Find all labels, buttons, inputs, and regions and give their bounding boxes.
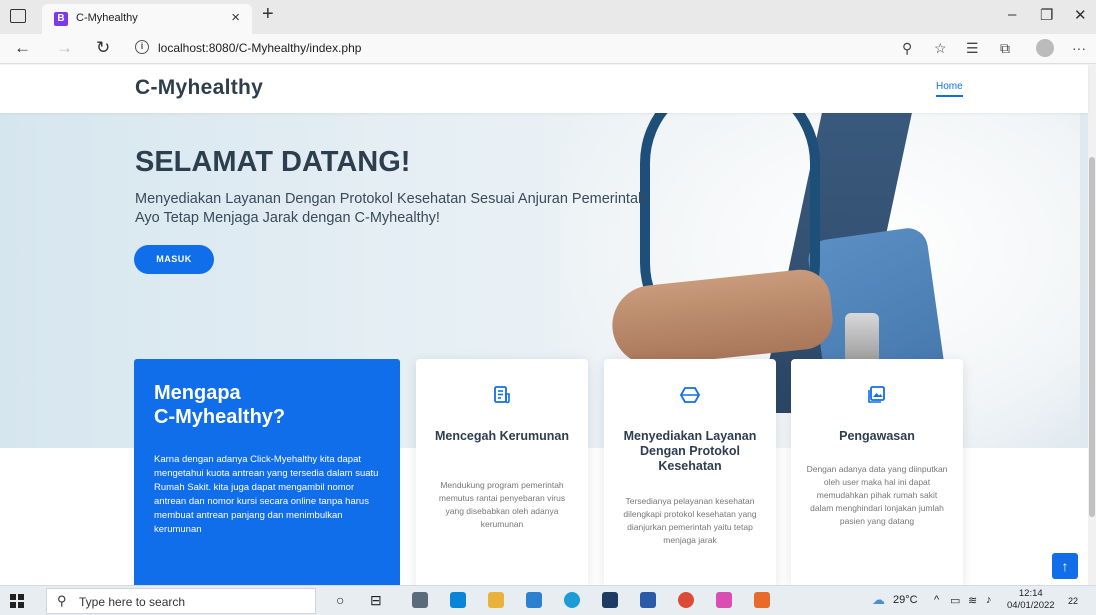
back-icon[interactable]: ← <box>14 38 31 58</box>
system-clock[interactable]: 12:14 04/01/2022 <box>1007 588 1055 612</box>
clock-date: 04/01/2022 <box>1007 600 1055 611</box>
task-view-icon[interactable]: ⊟ <box>370 592 382 609</box>
favicon-icon: B <box>54 12 68 26</box>
word-app-icon[interactable] <box>640 592 656 608</box>
why-box: Mengapa C-Myhealthy? Karna dengan adanya… <box>134 359 400 585</box>
close-window-icon[interactable]: ✕ <box>1074 6 1087 24</box>
browser-toolbar: ← → ↻ i localhost:8080/C-Myhealthy/index… <box>0 34 1096 64</box>
nav-home-link[interactable]: Home <box>936 81 963 97</box>
hero-title: SELAMAT DATANG! <box>135 146 411 178</box>
why-title: Mengapa C-Myhealthy? <box>154 381 285 429</box>
feature-card-kerumunan: Mencegah Kerumunan Mendukung program pem… <box>416 359 588 585</box>
battery-icon[interactable]: ▭ <box>950 594 960 607</box>
game-app-icon[interactable] <box>716 592 732 608</box>
page-scrollbar[interactable] <box>1088 65 1096 585</box>
security-app-icon[interactable] <box>602 592 618 608</box>
notification-badge[interactable]: 22 <box>1068 596 1078 606</box>
page-viewport: C-Myhealthy Home SELAMAT DATANG! Menyedi… <box>0 65 1096 585</box>
tab-title: C-Myhealthy <box>76 12 138 24</box>
collections-icon[interactable]: ⧉ <box>1000 40 1010 57</box>
zoom-icon[interactable]: ⚲ <box>902 40 912 57</box>
address-bar[interactable]: localhost:8080/C-Myhealthy/index.php <box>158 41 361 55</box>
search-icon: ⚲ <box>57 593 67 608</box>
taskbar: ⚲ Type here to search ○ ⊟ ☁ 29°C ^ ▭ ≋ ♪… <box>0 585 1096 615</box>
volume-icon[interactable]: ♪ <box>986 594 992 606</box>
refresh-icon[interactable]: ↻ <box>96 38 110 58</box>
document-list-icon <box>416 385 588 405</box>
why-title-line2: C-Myhealthy? <box>154 406 286 428</box>
profile-avatar[interactable] <box>1036 39 1054 57</box>
clock-time: 12:14 <box>1018 588 1043 599</box>
minimize-icon[interactable]: – <box>1008 6 1016 23</box>
site-header: C-Myhealthy Home <box>0 65 1088 113</box>
xampp-app-icon[interactable] <box>754 592 770 608</box>
masuk-button[interactable]: MASUK <box>134 245 214 274</box>
tray-expand-icon[interactable]: ^ <box>934 594 939 606</box>
taskbar-search[interactable]: ⚲ Type here to search <box>46 588 316 614</box>
site-info-icon[interactable]: i <box>135 40 149 54</box>
why-title-line1: Mengapa <box>154 382 241 404</box>
why-text: Karna dengan adanya Click-Myehalthy kita… <box>154 454 379 535</box>
cube-icon <box>604 385 776 405</box>
site-logo[interactable]: C-Myhealthy <box>135 76 263 100</box>
weather-temp[interactable]: 29°C <box>893 594 918 606</box>
favorites-icon[interactable]: ☰ <box>966 40 979 57</box>
more-menu-icon[interactable]: ··· <box>1072 40 1086 56</box>
tab-actions-icon[interactable] <box>10 9 26 23</box>
taskbar-search-placeholder: Type here to search <box>79 595 186 609</box>
browser-tab-strip: B C-Myhealthy × + – ❐ ✕ <box>0 0 1096 34</box>
cortana-icon[interactable]: ○ <box>336 592 344 608</box>
wifi-icon[interactable]: ≋ <box>968 594 977 607</box>
card-text: Dengan adanya data yang diinputkan oleh … <box>806 464 948 526</box>
favorite-add-icon[interactable]: ☆ <box>934 40 947 57</box>
restore-icon[interactable]: ❐ <box>1040 6 1053 24</box>
weather-icon: ☁ <box>872 592 885 607</box>
store-app-icon[interactable] <box>526 592 542 608</box>
feature-card-pengawasan: Pengawasan Dengan adanya data yang diinp… <box>791 359 963 585</box>
card-text: Mendukung program pemerintah memutus ran… <box>438 480 566 529</box>
hero-subtitle-line2: Ayo Tetap Menjaga Jarak dengan C-Myhealt… <box>135 210 440 226</box>
scrollbar-thumb[interactable] <box>1089 157 1095 517</box>
windows-start-icon[interactable] <box>10 594 24 608</box>
forward-icon[interactable]: → <box>56 38 73 58</box>
hero-subtitle-line1: Menyediakan Layanan Dengan Protokol Kese… <box>135 191 647 207</box>
new-tab-button[interactable]: + <box>262 3 274 26</box>
card-text: Tersedianya pelayanan kesehatan dilengka… <box>623 496 757 545</box>
mail-app-icon[interactable] <box>450 592 466 608</box>
edge-browser-icon[interactable] <box>564 592 580 608</box>
file-explorer-icon[interactable] <box>488 592 504 608</box>
chrome-app-icon[interactable] <box>678 592 694 608</box>
card-title: Pengawasan <box>839 429 915 443</box>
card-title: Mencegah Kerumunan <box>434 429 570 443</box>
image-icon <box>791 385 963 405</box>
feature-card-protokol: Menyediakan Layanan Dengan Protokol Kese… <box>604 359 776 585</box>
camera-app-icon[interactable] <box>412 592 428 608</box>
card-title: Menyediakan Layanan Dengan Protokol Kese… <box>623 429 757 473</box>
close-tab-icon[interactable]: × <box>231 9 240 26</box>
browser-tab[interactable]: B C-Myhealthy × <box>42 4 252 34</box>
hero-subtitle: Menyediakan Layanan Dengan Protokol Kese… <box>135 190 646 228</box>
back-to-top-button[interactable]: ↑ <box>1052 553 1078 579</box>
